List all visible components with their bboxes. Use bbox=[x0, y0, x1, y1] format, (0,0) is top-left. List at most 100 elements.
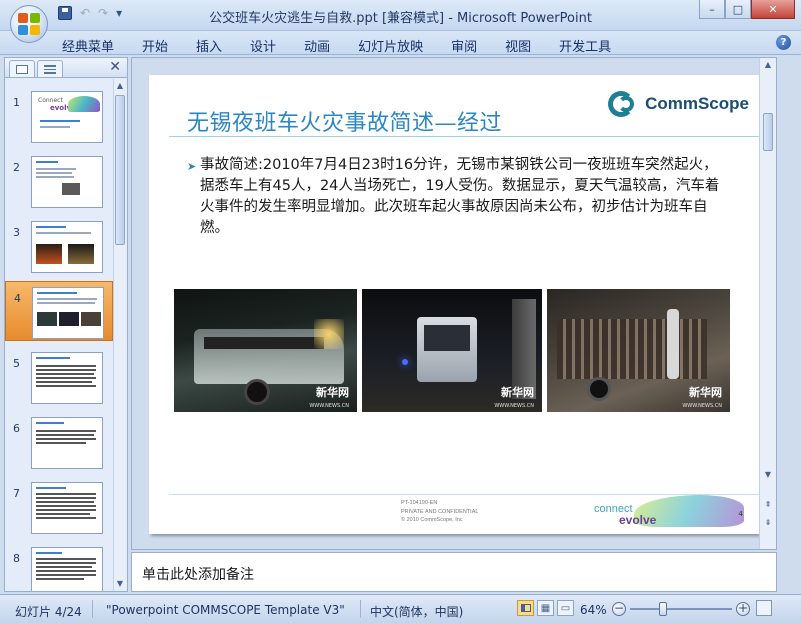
status-separator bbox=[360, 600, 361, 618]
footer-divider bbox=[169, 494, 759, 495]
photo-watermark: 新华网 bbox=[316, 386, 349, 399]
tab-insert[interactable]: 插入 bbox=[196, 36, 222, 55]
tab-slide-show[interactable]: 幻灯片放映 bbox=[358, 36, 423, 55]
zoom-out-icon[interactable]: − bbox=[612, 602, 626, 616]
thumbnail-number: 4 bbox=[14, 292, 21, 305]
slide-thumbnail[interactable]: 6 bbox=[5, 412, 113, 472]
status-bar: 幻灯片 4/24 "Powerpoint COMMSCOPE Template … bbox=[0, 594, 801, 623]
scrollbar-thumb[interactable] bbox=[763, 113, 773, 151]
slide-thumbnail[interactable]: 5 bbox=[5, 347, 113, 407]
fit-to-window-icon[interactable] bbox=[756, 600, 772, 616]
window-controls: – □ ✕ bbox=[699, 0, 795, 19]
slide-scrollbar[interactable]: ▲ ▼ ⇞ ⇟ bbox=[759, 58, 776, 549]
thumbnail-image bbox=[31, 221, 103, 273]
customize-qat-icon[interactable]: ▾ bbox=[116, 6, 122, 20]
outline-tab[interactable] bbox=[37, 60, 63, 77]
bullet-paragraph[interactable]: ➤ 事故简述:2010年7月4日23时16分许，无锡市某钢铁公司一夜班班车突然起… bbox=[187, 155, 723, 239]
scroll-down-icon[interactable]: ▼ bbox=[762, 468, 774, 481]
slide-title[interactable]: 无锡夜班车火灾事故简述—经过 bbox=[187, 105, 502, 137]
language-indicator[interactable]: 中文(简体，中国) bbox=[370, 603, 463, 620]
scrollbar-thumb[interactable] bbox=[115, 95, 125, 245]
slide-canvas[interactable]: 无锡夜班车火灾事故简述—经过 CommScope ➤ 事故简述:2010年7月4… bbox=[149, 75, 761, 534]
slide-thumbnail[interactable]: 7 bbox=[5, 477, 113, 537]
slide-sorter-button[interactable]: ▦ bbox=[537, 600, 554, 616]
status-separator bbox=[92, 600, 93, 618]
zoom-slider[interactable]: − + bbox=[612, 601, 750, 617]
close-panel-icon[interactable]: ✕ bbox=[109, 59, 121, 75]
slide-show-button[interactable]: ▭ bbox=[557, 600, 574, 616]
title-bar: ↶ ↷ ▾ 公交班车火灾逃生与自救.ppt [兼容模式] - Microsoft… bbox=[0, 0, 801, 31]
tab-design[interactable]: 设计 bbox=[250, 36, 276, 55]
zoom-in-icon[interactable]: + bbox=[736, 602, 750, 616]
slide-thumbnail[interactable]: 2 bbox=[5, 151, 113, 211]
slides-tab[interactable] bbox=[9, 60, 35, 77]
thumbnail-number: 2 bbox=[13, 161, 20, 174]
thumbnail-image bbox=[31, 352, 103, 404]
undo-icon[interactable]: ↶ bbox=[80, 6, 90, 20]
tab-developer[interactable]: 开发工具 bbox=[559, 36, 611, 55]
next-slide-icon[interactable]: ⇟ bbox=[762, 516, 774, 529]
thumbnail-image: Connect evolve bbox=[31, 91, 103, 143]
commscope-logo: CommScope bbox=[608, 91, 749, 117]
normal-view-icon bbox=[520, 604, 531, 612]
thumbnail-scrollbar[interactable]: ▲ ▼ bbox=[113, 79, 126, 591]
previous-slide-icon[interactable]: ⇞ bbox=[762, 498, 774, 511]
slides-panel: ✕ 1 Connect evolve 2 3 4 5 6 7 8 ▲ ▼ bbox=[4, 57, 128, 592]
thumbnail-number: 7 bbox=[13, 487, 20, 500]
outline-icon bbox=[44, 64, 56, 74]
slide-thumbnail[interactable]: 1 Connect evolve bbox=[5, 86, 113, 146]
photo-watermark: 新华网 bbox=[689, 386, 722, 399]
title-divider bbox=[169, 136, 759, 137]
tab-home[interactable]: 开始 bbox=[142, 36, 168, 55]
tab-classic-menu[interactable]: 经典菜单 bbox=[62, 36, 114, 55]
thumbnail-number: 1 bbox=[13, 96, 20, 109]
footer-confidential: PRIVATE AND CONFIDENTIAL bbox=[401, 509, 479, 515]
maximize-button[interactable]: □ bbox=[725, 0, 751, 19]
close-button[interactable]: ✕ bbox=[751, 0, 795, 19]
tab-view[interactable]: 视图 bbox=[505, 36, 531, 55]
zoom-track bbox=[630, 608, 732, 610]
scroll-up-icon[interactable]: ▲ bbox=[114, 79, 126, 92]
save-icon[interactable] bbox=[58, 6, 72, 20]
slide-number: 4 bbox=[738, 510, 743, 518]
notes-placeholder: 单击此处添加备注 bbox=[142, 567, 254, 583]
bullet-arrow-icon: ➤ bbox=[187, 160, 197, 173]
commscope-mark-icon bbox=[608, 91, 642, 117]
ribbon: 经典菜单 开始 插入 设计 动画 幻灯片放映 审阅 视图 开发工具 ? bbox=[0, 31, 801, 55]
thumbnail-number: 8 bbox=[13, 552, 20, 565]
slide-thumbnail-selected[interactable]: 4 bbox=[5, 281, 113, 341]
thumbnail-image bbox=[31, 417, 103, 469]
slide-counter: 幻灯片 4/24 bbox=[15, 605, 82, 619]
scroll-down-icon[interactable]: ▼ bbox=[114, 577, 126, 590]
bus-fire-photo-2[interactable]: 新华网 WWW.NEWS.CN bbox=[362, 289, 542, 412]
template-name[interactable]: "Powerpoint COMMSCOPE Template V3" bbox=[106, 603, 345, 617]
bus-fire-photo-3[interactable]: 新华网 WWW.NEWS.CN bbox=[547, 289, 730, 412]
bus-fire-photo-1[interactable]: 新华网 WWW.NEWS.CN bbox=[174, 289, 357, 412]
normal-view-button[interactable] bbox=[517, 600, 534, 616]
view-switcher: ▦ ▭ bbox=[517, 600, 574, 616]
tab-animations[interactable]: 动画 bbox=[304, 36, 330, 55]
photo-watermark-url: WWW.NEWS.CN bbox=[494, 403, 534, 409]
thumbnail-image bbox=[32, 287, 104, 339]
slide-thumbnail[interactable]: 8 bbox=[5, 542, 113, 591]
thumbnail-list: 1 Connect evolve 2 3 4 5 6 7 8 bbox=[5, 79, 113, 591]
projector-icon: ▭ bbox=[560, 602, 571, 614]
notes-pane[interactable]: 单击此处添加备注 bbox=[131, 552, 777, 592]
slide-thumbnail[interactable]: 3 bbox=[5, 216, 113, 276]
redo-icon[interactable]: ↷ bbox=[98, 6, 108, 20]
slides-icon bbox=[16, 64, 28, 74]
zoom-knob[interactable] bbox=[659, 602, 667, 616]
zoom-level[interactable]: 64% bbox=[580, 603, 607, 617]
logo-evolve-text: evolve bbox=[619, 513, 657, 527]
thumbnail-number: 3 bbox=[13, 226, 20, 239]
footer-code: PT-104190-EN bbox=[401, 500, 438, 506]
help-icon[interactable]: ? bbox=[776, 35, 791, 50]
scroll-up-icon[interactable]: ▲ bbox=[762, 58, 774, 71]
thumbnail-number: 5 bbox=[13, 357, 20, 370]
office-logo-icon bbox=[18, 13, 40, 35]
thumbnail-number: 6 bbox=[13, 422, 20, 435]
footer-copyright: © 2010 CommScope, Inc bbox=[401, 517, 463, 523]
office-button[interactable] bbox=[10, 5, 48, 43]
tab-review[interactable]: 审阅 bbox=[451, 36, 477, 55]
minimize-button[interactable]: – bbox=[699, 0, 725, 19]
